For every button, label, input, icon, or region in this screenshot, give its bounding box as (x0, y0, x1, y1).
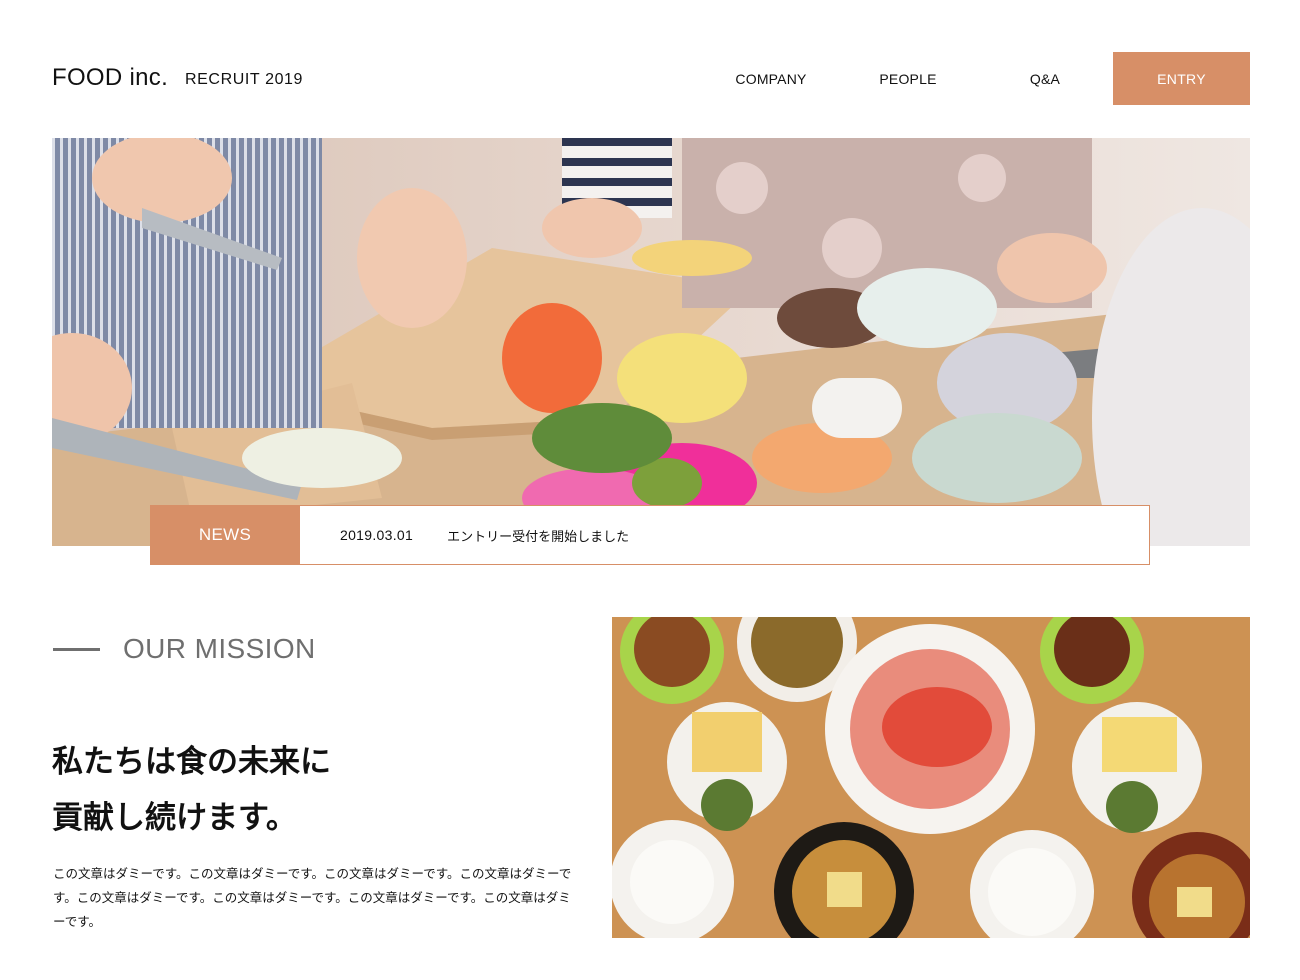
nav-company-link[interactable]: COMPANY (711, 71, 831, 87)
hero-image (52, 138, 1250, 546)
mission-divider (53, 648, 100, 651)
nav-qa-link[interactable]: Q&A (985, 71, 1105, 87)
mission-heading-line2: 貢献し続けます。 (52, 800, 297, 836)
news-date: 2019.03.01 (340, 527, 414, 543)
mission-heading: 私たちは食の未来に 貢献し続けます。 (52, 734, 472, 846)
news-label: NEWS (150, 506, 300, 564)
news-bar: NEWS 2019.03.01 エントリー受付を開始しました (150, 505, 1150, 565)
mission-section-title: OUR MISSION (123, 633, 316, 664)
recruit-subtitle: RECRUIT 2019 (185, 71, 304, 88)
site-logo[interactable]: FOOD inc. (52, 64, 168, 92)
mission-body-text: この文章はダミーです。この文章はダミーです。この文章はダミーです。この文章はダミ… (53, 866, 572, 929)
nav-people-link[interactable]: PEOPLE (848, 71, 968, 87)
site-header: FOOD inc. RECRUIT 2019 COMPANY PEOPLE Q&… (0, 0, 1300, 138)
food-photo (612, 617, 1250, 938)
mission-heading-line1: 私たちは食の未来に (52, 744, 331, 780)
entry-button[interactable]: ENTRY (1113, 52, 1250, 105)
news-item-link[interactable]: エントリー受付を開始しました (447, 526, 629, 545)
